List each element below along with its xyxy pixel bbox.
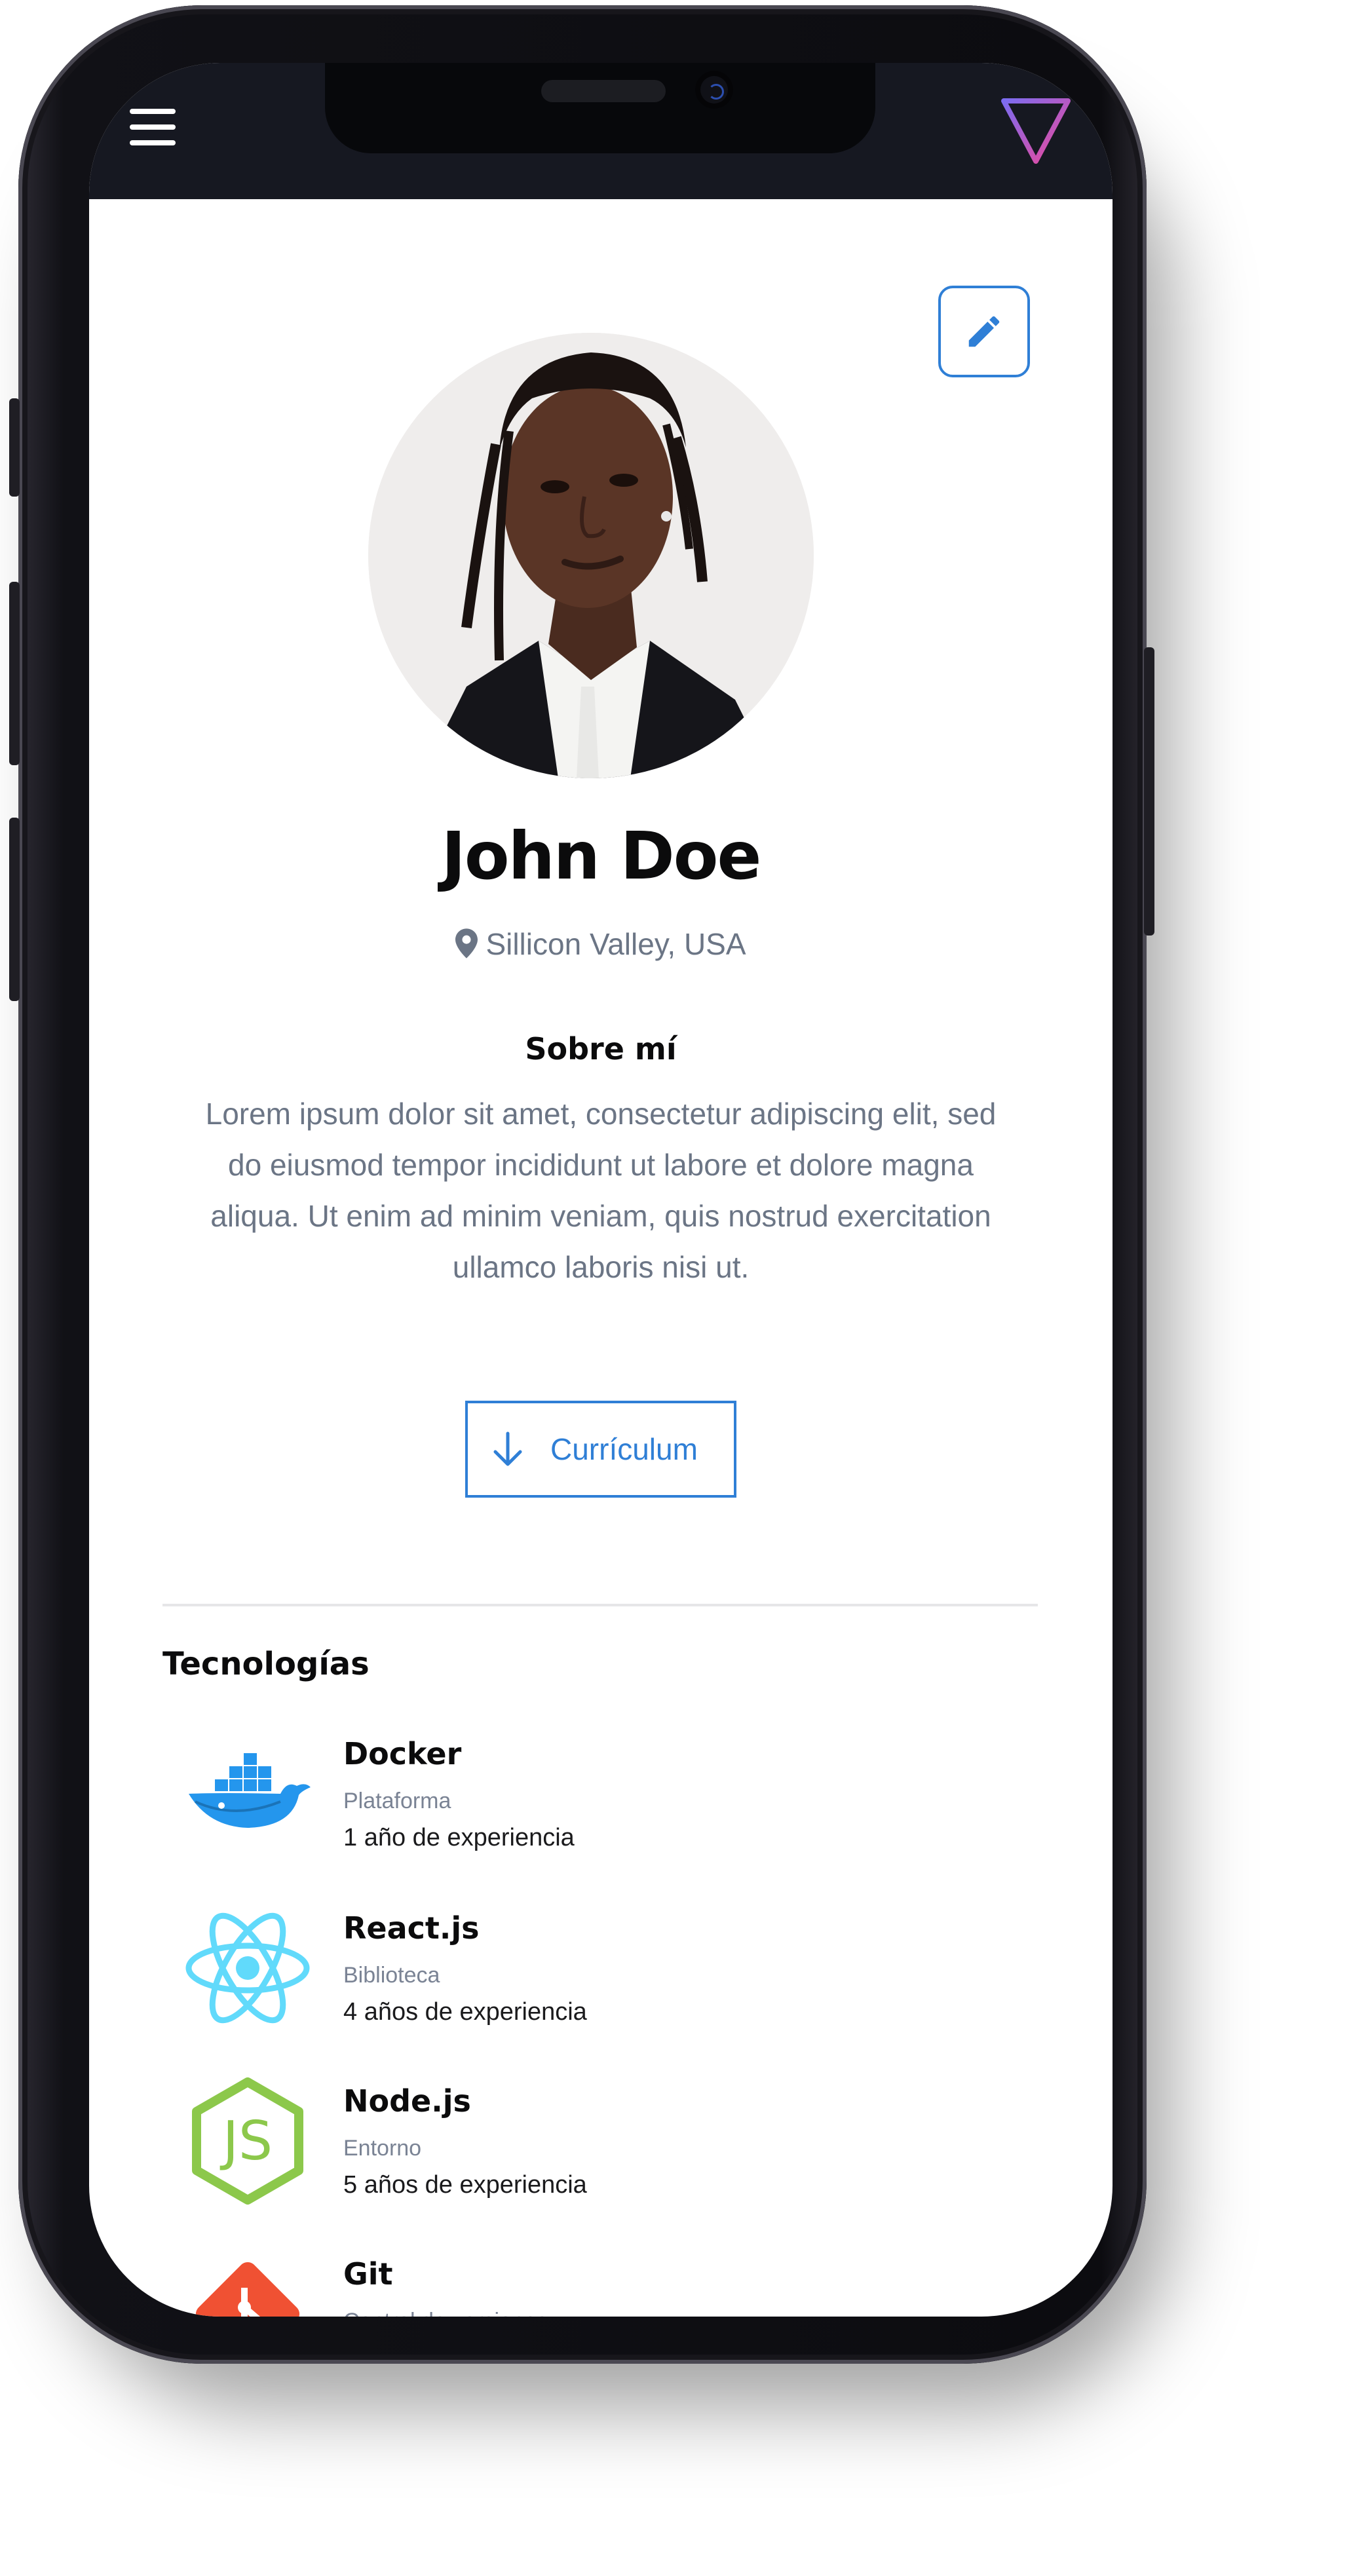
volume-up-button <box>9 582 20 765</box>
avatar <box>368 333 814 778</box>
arrow-down-icon <box>493 1431 522 1466</box>
tech-item-nodejs: JS Node.js Entorno 5 años de experiencia <box>162 2075 1014 2226</box>
profile-location: Sillicon Valley, USA <box>89 926 1113 962</box>
technologies-title: Tecnologías <box>162 1646 370 1682</box>
download-cv-button[interactable]: Currículum <box>465 1401 736 1498</box>
tech-experience: 1 año de experiencia <box>343 1824 575 1851</box>
git-icon <box>195 2262 300 2317</box>
tech-name: Node.js <box>343 2083 471 2119</box>
tech-type: Control de versiones <box>343 2309 548 2317</box>
tech-item-docker: Docker Plataforma 1 año de experiencia <box>162 1728 1014 1879</box>
section-divider <box>162 1604 1038 1606</box>
react-icon <box>185 1912 310 2024</box>
notch <box>325 63 875 153</box>
tech-item-git: Git Control de versiones <box>162 2248 1014 2317</box>
tech-name: Docker <box>343 1736 462 1771</box>
triangle-logo-icon[interactable] <box>1000 96 1072 168</box>
map-pin-icon <box>455 928 478 958</box>
volume-down-button <box>9 818 20 1001</box>
tech-type: Entorno <box>343 2136 422 2161</box>
tech-name: Git <box>343 2256 393 2292</box>
nodejs-icon: JS <box>192 2077 303 2205</box>
cv-button-label: Currículum <box>550 1432 698 1466</box>
docker-icon <box>189 1753 311 1828</box>
tech-name: React.js <box>343 1910 480 1946</box>
location-text: Sillicon Valley, USA <box>485 927 746 961</box>
about-text: Lorem ipsum dolor sit amet, consectetur … <box>205 1097 997 1284</box>
phone-screen: John Doe Sillicon Valley, USA Sobre mí L… <box>89 63 1113 2317</box>
app-header <box>89 63 1113 199</box>
about-title: Sobre mí <box>525 1031 677 1067</box>
tech-type: Plataforma <box>343 1789 451 1813</box>
mute-switch <box>9 398 20 497</box>
hamburger-menu-icon[interactable] <box>130 109 176 145</box>
phone-frame: John Doe Sillicon Valley, USA Sobre mí L… <box>9 5 1154 2364</box>
edit-profile-button[interactable] <box>938 286 1030 377</box>
profile-name: John Doe <box>441 818 762 894</box>
pencil-icon <box>968 316 1000 347</box>
front-camera <box>695 71 733 109</box>
speaker-grille <box>541 80 666 102</box>
tech-item-react: React.js Biblioteca 4 años de experienci… <box>162 1903 1014 2053</box>
svg-text:JS: JS <box>219 2110 273 2172</box>
tech-type: Biblioteca <box>343 1963 440 1988</box>
tech-experience: 5 años de experiencia <box>343 2171 587 2199</box>
tech-experience: 4 años de experiencia <box>343 1998 587 2026</box>
power-button <box>1144 647 1154 936</box>
